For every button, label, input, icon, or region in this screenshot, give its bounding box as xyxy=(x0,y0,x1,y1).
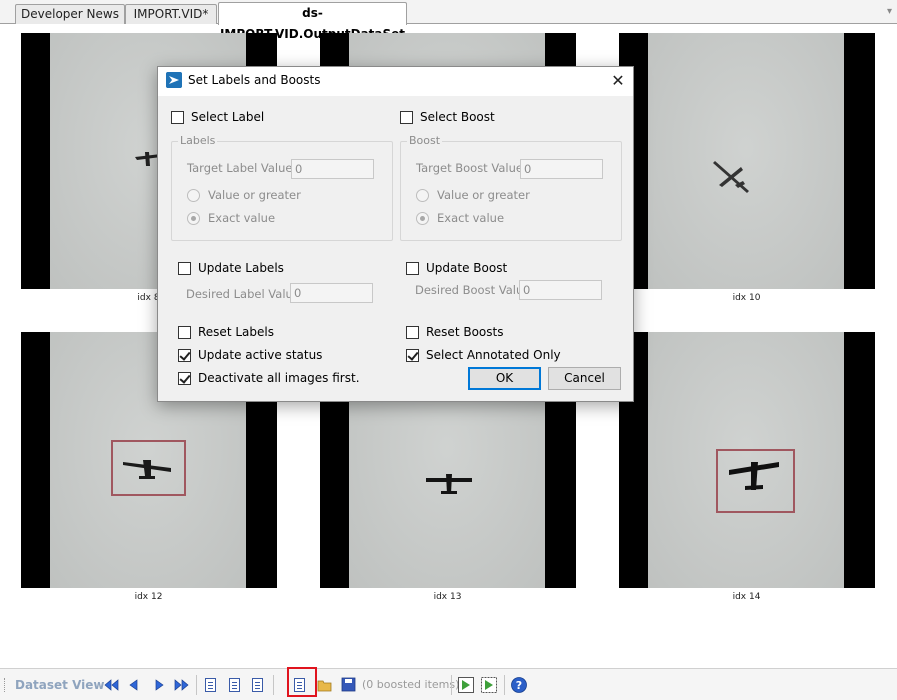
app-logo-icon xyxy=(166,72,182,88)
select-label-text: Select Label xyxy=(191,110,265,124)
desired-label-caption: Desired Label Value: xyxy=(186,287,304,301)
toolbar-separator xyxy=(196,675,197,695)
checkbox-box xyxy=(400,110,413,124)
toolbar-separator xyxy=(273,675,274,695)
desired-boost-caption: Desired Boost Value: xyxy=(415,283,535,297)
toolbar-grip[interactable] xyxy=(4,678,7,692)
reset-boosts-text: Reset Boosts xyxy=(426,325,504,339)
checkbox-box xyxy=(178,325,191,339)
tab-scroll-icon[interactable]: ▾ xyxy=(887,3,895,21)
select-none-icon[interactable] xyxy=(480,676,498,694)
checkbox-box xyxy=(178,261,191,275)
open-folder-icon[interactable] xyxy=(316,676,334,694)
radio-circle xyxy=(187,188,200,202)
airplane-icon xyxy=(426,474,472,494)
tab-output-dataset[interactable]: ds-IMPORT.VID.OutputDataSet xyxy=(218,2,407,41)
save-dataset-icon[interactable] xyxy=(340,676,358,694)
help-icon[interactable]: ? xyxy=(510,676,528,694)
boost-value-or-greater-radio[interactable]: Value or greater xyxy=(416,187,530,203)
toolbar-separator xyxy=(451,675,452,695)
toolbar-separator xyxy=(504,675,505,695)
radio-text: Value or greater xyxy=(208,188,301,202)
target-boost-caption: Target Boost Value: xyxy=(416,161,527,175)
cancel-button[interactable]: Cancel xyxy=(548,367,621,390)
image-caption: idx 13 xyxy=(433,592,462,602)
target-label-caption: Target Label Value: xyxy=(187,161,297,175)
dialog-titlebar[interactable]: Set Labels and Boosts ✕ xyxy=(158,67,633,96)
deactivate-all-text: Deactivate all images first. xyxy=(198,371,360,385)
reset-labels-checkbox[interactable]: Reset Labels xyxy=(178,324,274,340)
highlighted-toolbar-button-outline xyxy=(287,667,317,697)
boost-exact-value-radio[interactable]: Exact value xyxy=(416,210,504,226)
checkbox-box xyxy=(178,348,191,362)
update-active-status-checkbox[interactable]: Update active status xyxy=(178,347,322,363)
next-page-icon[interactable] xyxy=(149,676,167,694)
select-annotated-text: Select Annotated Only xyxy=(426,348,561,362)
image-caption: idx 14 xyxy=(732,592,761,602)
desired-boost-input[interactable]: 0 xyxy=(519,280,602,300)
labels-group-legend: Labels xyxy=(178,134,218,147)
boost-group: Boost Target Boost Value: 0 Value or gre… xyxy=(400,134,622,241)
close-icon[interactable]: ✕ xyxy=(603,67,633,96)
checkbox-box xyxy=(406,348,419,362)
annotation-bounding-box[interactable] xyxy=(111,440,186,496)
image-idx-14[interactable] xyxy=(619,332,875,588)
tab-developer-news[interactable]: Developer News xyxy=(15,4,125,24)
airplane-icon xyxy=(713,161,749,193)
select-boost-checkbox[interactable]: Select Boost xyxy=(400,109,495,125)
boosted-items-count: (0 boosted items) xyxy=(362,678,460,691)
toolbar-title: Dataset View xyxy=(15,678,105,692)
image-idx-10[interactable] xyxy=(619,33,875,289)
boost-group-legend: Boost xyxy=(407,134,443,147)
last-page-icon[interactable] xyxy=(172,676,190,694)
labels-group: Labels Target Label Value: 0 Value or gr… xyxy=(171,134,393,241)
annotation-bounding-box[interactable] xyxy=(716,449,795,513)
update-boost-checkbox[interactable]: Update Boost xyxy=(406,260,507,276)
desired-label-input[interactable]: 0 xyxy=(290,283,373,303)
checkbox-box xyxy=(171,110,184,124)
select-all-icon[interactable] xyxy=(457,676,475,694)
image-caption: idx 12 xyxy=(134,592,163,602)
update-active-text: Update active status xyxy=(198,348,323,362)
dialog-title: Set Labels and Boosts xyxy=(188,73,321,87)
select-annotated-only-checkbox[interactable]: Select Annotated Only xyxy=(406,347,561,363)
first-page-icon[interactable] xyxy=(103,676,121,694)
update-labels-checkbox[interactable]: Update Labels xyxy=(178,260,284,276)
radio-text: Exact value xyxy=(437,211,505,225)
radio-circle xyxy=(187,211,200,225)
update-labels-text: Update Labels xyxy=(198,261,284,275)
checkbox-box xyxy=(406,261,419,275)
target-label-input[interactable]: 0 xyxy=(291,159,374,179)
ok-button[interactable]: OK xyxy=(468,367,541,390)
label-value-or-greater-radio[interactable]: Value or greater xyxy=(187,187,301,203)
set-labels-boosts-dialog: Set Labels and Boosts ✕ Select Label Sel… xyxy=(157,66,634,402)
previous-page-icon[interactable] xyxy=(126,676,144,694)
tab-import-vid[interactable]: IMPORT.VID* xyxy=(125,4,217,24)
dataset-view-toolbar: Dataset View (0 boosted items) ? xyxy=(0,668,897,700)
radio-circle xyxy=(416,188,429,202)
deactivate-all-checkbox[interactable]: Deactivate all images first. xyxy=(178,370,360,386)
radio-text: Exact value xyxy=(208,211,276,225)
checkbox-box xyxy=(406,325,419,339)
select-boost-text: Select Boost xyxy=(420,110,495,124)
checkbox-box xyxy=(178,371,191,385)
reset-labels-text: Reset Labels xyxy=(198,325,274,339)
app-window: Developer News IMPORT.VID* ds-IMPORT.VID… xyxy=(0,0,897,700)
label-exact-value-radio[interactable]: Exact value xyxy=(187,210,275,226)
radio-circle xyxy=(416,211,429,225)
image-caption: idx 10 xyxy=(732,293,761,303)
update-boost-text: Update Boost xyxy=(426,261,508,275)
svg-text:?: ? xyxy=(516,679,522,692)
document-tab-strip: Developer News IMPORT.VID* ds-IMPORT.VID… xyxy=(0,0,897,41)
select-label-checkbox[interactable]: Select Label xyxy=(171,109,264,125)
target-boost-input[interactable]: 0 xyxy=(520,159,603,179)
reset-boosts-checkbox[interactable]: Reset Boosts xyxy=(406,324,503,340)
radio-text: Value or greater xyxy=(437,188,530,202)
